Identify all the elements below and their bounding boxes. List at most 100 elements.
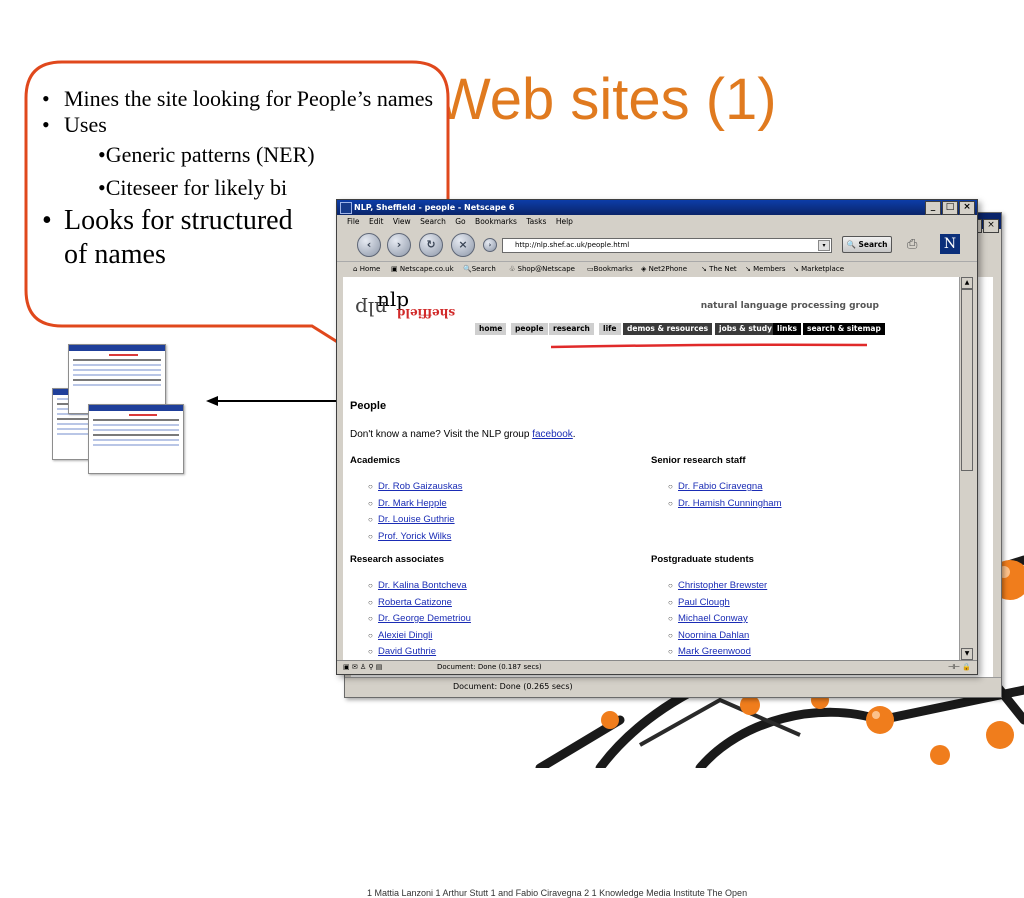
- browser-window: NLP, Sheffield - people - Netscape 6 _ □ ×…: [336, 199, 978, 675]
- person-link[interactable]: ○ Noornina Dahlan: [668, 628, 767, 645]
- status-text: Document: Done (0.187 secs): [437, 663, 542, 671]
- scroll-up-icon[interactable]: ▲: [961, 277, 973, 289]
- scroll-thumb[interactable]: [961, 289, 973, 471]
- toolbar-marketplace[interactable]: ↘ Marketplace: [793, 262, 844, 277]
- nav-life[interactable]: life: [599, 323, 621, 335]
- toolbar-netscape-co-uk[interactable]: ▣ Netscape.co.uk: [391, 262, 454, 277]
- person-link[interactable]: ○ Dr. Fabio Ciravegna: [668, 479, 782, 496]
- nav-links[interactable]: links: [773, 323, 801, 335]
- back-peek-text: 1 Mattia Lanzoni 1 Arthur Stutt 1 and Fa…: [367, 888, 748, 898]
- person-link[interactable]: ○ Paul Clough: [668, 595, 767, 612]
- window-title: NLP, Sheffield - people - Netscape 6: [354, 203, 515, 212]
- person-link[interactable]: ○ Prof. Yorick Wilks: [368, 529, 462, 546]
- person-link[interactable]: ○ Roberta Catizone: [368, 595, 471, 612]
- maximize-button[interactable]: □: [942, 201, 958, 215]
- person-link[interactable]: ○ Michael Conway: [668, 611, 767, 628]
- menu-go[interactable]: Go: [455, 215, 465, 229]
- link-icon: ↘: [701, 265, 707, 273]
- page-heading: People: [350, 400, 387, 412]
- search-icon: 🔍: [463, 265, 472, 273]
- menu-edit[interactable]: Edit: [369, 215, 384, 229]
- thumbnail-page: [88, 404, 184, 474]
- person-link[interactable]: ○ Mark Greenwood: [668, 644, 767, 660]
- minimize-button[interactable]: _: [925, 201, 941, 215]
- toolbar-bookmarks[interactable]: ▭Bookmarks: [587, 262, 633, 277]
- phone-icon: ◈: [641, 265, 647, 273]
- vertical-scrollbar[interactable]: ▲ ▼: [959, 277, 973, 660]
- menu-file[interactable]: File: [347, 215, 360, 229]
- postgraduates-list: ○ Christopher Brewster ○ Paul Clough ○ Mich…: [668, 578, 767, 660]
- section-research-associates: Research associates: [350, 554, 445, 565]
- stop-button[interactable]: ×: [451, 233, 475, 257]
- toolbar-members[interactable]: ↘ Members: [745, 262, 786, 277]
- person-link[interactable]: ○ Dr. Kalina Bontcheva: [368, 578, 471, 595]
- close-button[interactable]: ×: [959, 201, 975, 215]
- print-icon[interactable]: ⎙: [907, 237, 917, 252]
- person-link[interactable]: ○ Dr. Rob Gaizauskas: [368, 479, 462, 496]
- person-link[interactable]: ○ Christopher Brewster: [668, 578, 767, 595]
- person-link[interactable]: ○ Dr. Mark Hepple: [368, 496, 462, 513]
- back-button[interactable]: ‹: [357, 233, 381, 257]
- site-tagline: natural language processing group: [700, 301, 879, 311]
- red-swoosh-decoration: [550, 343, 868, 349]
- page-content: nlp nlp sheffield natural language proce…: [343, 277, 959, 660]
- navigation-toolbar: ‹ › ↻ × › http://nlp.shef.ac.uk/people.h…: [337, 229, 977, 261]
- reload-button[interactable]: ↻: [419, 233, 443, 257]
- facebook-link[interactable]: facebook: [532, 429, 573, 440]
- nav-people[interactable]: people: [511, 323, 548, 335]
- search-button[interactable]: 🔍 Search: [842, 236, 892, 253]
- menu-bar: File Edit View Search Go Bookmarks Tasks…: [337, 215, 977, 229]
- nav-jobs-study[interactable]: jobs & study: [715, 323, 776, 335]
- person-link[interactable]: ○ Dr. Hamish Cunningham: [668, 496, 782, 513]
- shop-icon: ♧: [509, 265, 516, 273]
- menu-view[interactable]: View: [393, 215, 411, 229]
- section-academics: Academics: [350, 455, 401, 466]
- forward-button[interactable]: ›: [387, 233, 411, 257]
- person-link[interactable]: ○ Alexiei Dingli: [368, 628, 471, 645]
- status-icons: ▣ ✉ ♙ ⚲ ▤: [343, 663, 383, 671]
- person-link[interactable]: ○ David Guthrie: [368, 644, 471, 660]
- section-postgraduates: Postgraduate students: [651, 554, 754, 565]
- menu-help[interactable]: Help: [556, 215, 573, 229]
- search-label: Search: [858, 240, 888, 249]
- person-link[interactable]: ○ Dr. George Demetriou: [368, 611, 471, 628]
- netscape-icon: [340, 202, 352, 214]
- folder-icon: ▭: [587, 265, 594, 273]
- menu-bookmarks[interactable]: Bookmarks: [475, 215, 517, 229]
- academics-list: ○ Dr. Rob Gaizauskas ○ Dr. Mark Hepple ○ Dr…: [368, 479, 462, 546]
- section-senior-staff: Senior research staff: [651, 455, 746, 466]
- nav-research[interactable]: research: [549, 323, 594, 335]
- menu-tasks[interactable]: Tasks: [526, 215, 546, 229]
- nlp-logo[interactable]: nlp nlp sheffield: [355, 287, 475, 321]
- close-button[interactable]: ×: [983, 219, 999, 233]
- page-icon: ›: [483, 238, 497, 252]
- research-associates-list: ○ Dr. Kalina Bontcheva ○ Roberta Catizone …: [368, 578, 471, 660]
- status-text: Document: Done (0.265 secs): [453, 682, 573, 691]
- url-text: http://nlp.shef.ac.uk/people.html: [515, 241, 630, 249]
- toolbar-the-net[interactable]: ↘ The Net: [701, 262, 737, 277]
- toolbar-home[interactable]: ⌂ Home: [353, 262, 380, 277]
- bookmark-icon: ▣: [391, 265, 398, 273]
- url-field[interactable]: http://nlp.shef.ac.uk/people.html ▾: [502, 238, 832, 253]
- home-icon: ⌂: [353, 265, 358, 273]
- intro-text: Don't know a name? Visit the NLP group f…: [350, 429, 576, 440]
- window-controls: _□×: [924, 201, 975, 216]
- link-icon: ↘: [793, 265, 799, 273]
- nav-demos-resources[interactable]: demos & resources: [623, 323, 713, 335]
- senior-staff-list: ○ Dr. Fabio Ciravegna ○ Dr. Hamish Cunning…: [668, 479, 782, 513]
- callout-bullet: • Uses: [42, 112, 107, 137]
- nav-search-sitemap[interactable]: search & sitemap: [803, 323, 885, 335]
- scroll-down-icon[interactable]: ▼: [961, 648, 973, 660]
- title-bar: NLP, Sheffield - people - Netscape 6 _ □ ×: [337, 200, 977, 215]
- person-link[interactable]: ○ Dr. Louise Guthrie: [368, 512, 462, 529]
- status-bar: ▣ ✉ ♙ ⚲ ▤ Document: Done (0.187 secs) ⊣⊢…: [337, 660, 977, 674]
- callout-sub-bullet: •Generic patterns (NER): [98, 142, 315, 167]
- status-bar: Document: Done (0.265 secs): [345, 677, 1001, 697]
- toolbar-shop[interactable]: ♧ Shop@Netscape: [509, 262, 575, 277]
- toolbar-search[interactable]: 🔍Search: [463, 262, 496, 277]
- toolbar-net2phone[interactable]: ◈ Net2Phone: [641, 262, 687, 277]
- personal-toolbar: ⌂ Home ▣ Netscape.co.uk 🔍Search ♧ Shop@N…: [337, 261, 977, 277]
- menu-search[interactable]: Search: [420, 215, 446, 229]
- nav-home[interactable]: home: [475, 323, 507, 335]
- url-dropdown-icon[interactable]: ▾: [818, 240, 830, 251]
